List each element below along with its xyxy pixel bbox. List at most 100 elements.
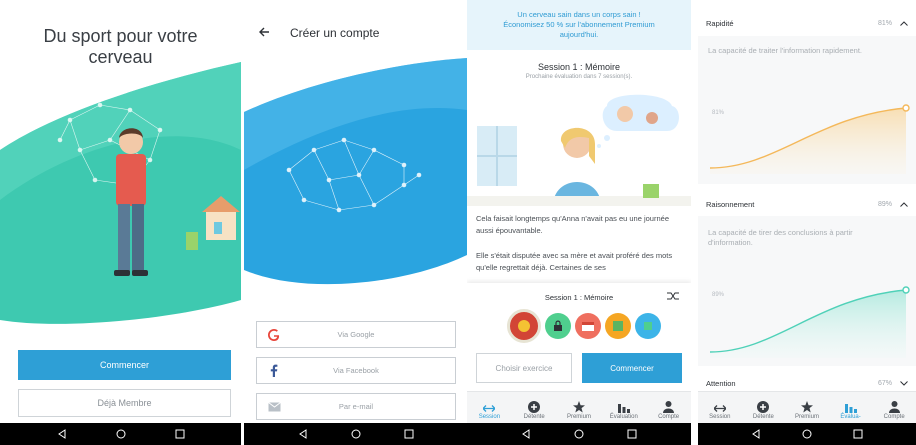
section-body-rapidite: La capacité de traiter l'information rap… (698, 36, 916, 184)
email-signin-button[interactable]: Par e-mail (256, 393, 456, 420)
story-paragraph: Cela faisait longtemps qu'Anna n'avait p… (476, 214, 669, 235)
section-percent: 81% (877, 19, 892, 27)
tab-evaluation[interactable]: Évaluation (607, 402, 641, 420)
tab-label: Compte (883, 414, 905, 420)
story-paragraph: Elle s'était disputée avec sa mère et av… (476, 251, 673, 272)
premium-promo-banner[interactable]: Un cerveau sain dans un corps sain ! Éco… (467, 0, 691, 50)
bar-chart-icon (844, 404, 857, 413)
exercise-cards-icon[interactable] (635, 313, 661, 339)
exercise-calendar-icon[interactable] (575, 313, 601, 339)
tab-detente[interactable]: Détente (746, 401, 780, 420)
facebook-icon (257, 364, 291, 377)
section-summary: 67% (878, 380, 908, 387)
section-percent: 89% (877, 200, 892, 208)
section-header-rapidite[interactable]: Rapidité 81% (706, 16, 908, 30)
google-icon (257, 328, 291, 341)
tab-label: Évalua- (840, 414, 861, 420)
recents-nav-icon[interactable] (627, 429, 637, 439)
section-description: La capacité de traiter l'information rap… (708, 46, 863, 55)
home-nav-icon[interactable] (351, 429, 361, 439)
tab-compte[interactable]: Compte (652, 401, 686, 420)
app-bar: Créer un compte (244, 0, 467, 62)
promo-text: aujourd'hui. (559, 30, 599, 39)
tab-session[interactable]: Session (703, 404, 737, 420)
section-header-raisonnement[interactable]: Raisonnement 89% (706, 197, 908, 211)
star-icon (800, 401, 813, 413)
back-nav-icon[interactable] (298, 429, 308, 439)
tab-evaluation[interactable]: Évalua- (834, 402, 868, 420)
star-icon (572, 401, 585, 413)
section-summary: 89% (878, 201, 908, 208)
tab-bar: Session Détente Premium Évalua- Compte (698, 391, 916, 423)
section-body-raisonnement: La capacité de tirer des conclusions à p… (698, 216, 916, 366)
home-nav-icon[interactable] (802, 429, 812, 439)
screenshot-strip: Du sport pour votre cerveau Commencer Dé… (0, 0, 916, 445)
plus-circle-icon (757, 401, 770, 413)
back-arrow-icon[interactable] (258, 26, 270, 38)
section-name: Attention (706, 378, 736, 388)
session-title: Session 1 : Mémoire (537, 62, 621, 72)
create-account-screen: Créer un compte Via Google Via Facebook … (244, 0, 467, 445)
system-nav-bar (244, 423, 467, 445)
plus-circle-icon (528, 401, 541, 413)
option-label: Via Google (337, 330, 375, 339)
section-summary: 81% (878, 20, 908, 27)
rapidite-progress-graph (709, 104, 910, 174)
tab-detente[interactable]: Détente (517, 401, 551, 420)
shuffle-icon[interactable] (667, 291, 679, 301)
tab-label: Premium (794, 414, 819, 420)
tab-label: Évaluation (609, 414, 638, 420)
system-nav-bar (467, 423, 691, 445)
back-nav-icon[interactable] (521, 429, 531, 439)
system-nav-bar (698, 423, 916, 445)
start-button[interactable]: Commencer (18, 350, 231, 380)
section-percent: 67% (877, 379, 892, 387)
title-line: cerveau (88, 47, 153, 67)
exercise-number-icon[interactable] (605, 313, 631, 339)
exercise-star-icon[interactable] (507, 309, 541, 343)
home-nav-icon[interactable] (574, 429, 584, 439)
tab-label: Détente (752, 414, 774, 420)
promo-text: Un cerveau sain dans un corps sain ! (517, 10, 641, 19)
mail-icon (257, 401, 291, 412)
recents-nav-icon[interactable] (175, 429, 185, 439)
chevron-up-icon[interactable] (900, 20, 908, 26)
section-name: Raisonnement (706, 199, 755, 209)
recents-nav-icon[interactable] (853, 429, 863, 439)
bar-chart-icon (617, 404, 630, 413)
home-nav-icon[interactable] (116, 429, 126, 439)
promo-text: Économisez 50 % sur l'abonnement Premium (503, 20, 655, 29)
choose-exercise-button[interactable]: Choisir exercice (476, 353, 572, 383)
section-description: La capacité de tirer des conclusions à p… (708, 228, 853, 247)
arrows-icon (713, 405, 726, 412)
option-label: Via Facebook (333, 366, 379, 375)
google-signin-button[interactable]: Via Google (256, 321, 456, 348)
start-button[interactable]: Commencer (582, 353, 682, 383)
tab-label: Session (709, 414, 731, 420)
exercise-lock-icon[interactable] (545, 313, 571, 339)
session-subtitle: Prochaine évaluation dans 7 session(s). (525, 74, 633, 80)
facebook-signin-button[interactable]: Via Facebook (256, 357, 456, 384)
tab-premium[interactable]: Premium (562, 401, 596, 420)
tab-session[interactable]: Session (472, 404, 506, 420)
person-icon (663, 401, 675, 413)
tab-label: Détente (523, 414, 545, 420)
tab-premium[interactable]: Premium (790, 401, 824, 420)
card-title: Session 1 : Mémoire (544, 293, 614, 302)
option-label: Par e-mail (338, 402, 374, 411)
session-card: Session 1 : Mémoire Choisir exercice Com… (467, 283, 691, 393)
back-nav-icon[interactable] (57, 429, 67, 439)
tab-compte[interactable]: Compte (877, 401, 911, 420)
session-screen: Un cerveau sain dans un corps sain ! Éco… (467, 0, 691, 445)
chevron-down-icon[interactable] (900, 380, 908, 386)
title-line: Du sport pour votre (43, 26, 198, 46)
tab-label: Session (478, 414, 501, 420)
section-header-attention[interactable]: Attention 67% (706, 376, 908, 390)
member-button[interactable]: Déjà Membre (18, 389, 231, 417)
back-nav-icon[interactable] (751, 429, 761, 439)
chevron-up-icon[interactable] (900, 201, 908, 207)
person-icon (888, 401, 900, 413)
recents-nav-icon[interactable] (404, 429, 414, 439)
arrows-icon (483, 405, 496, 412)
exercise-list (507, 309, 661, 343)
